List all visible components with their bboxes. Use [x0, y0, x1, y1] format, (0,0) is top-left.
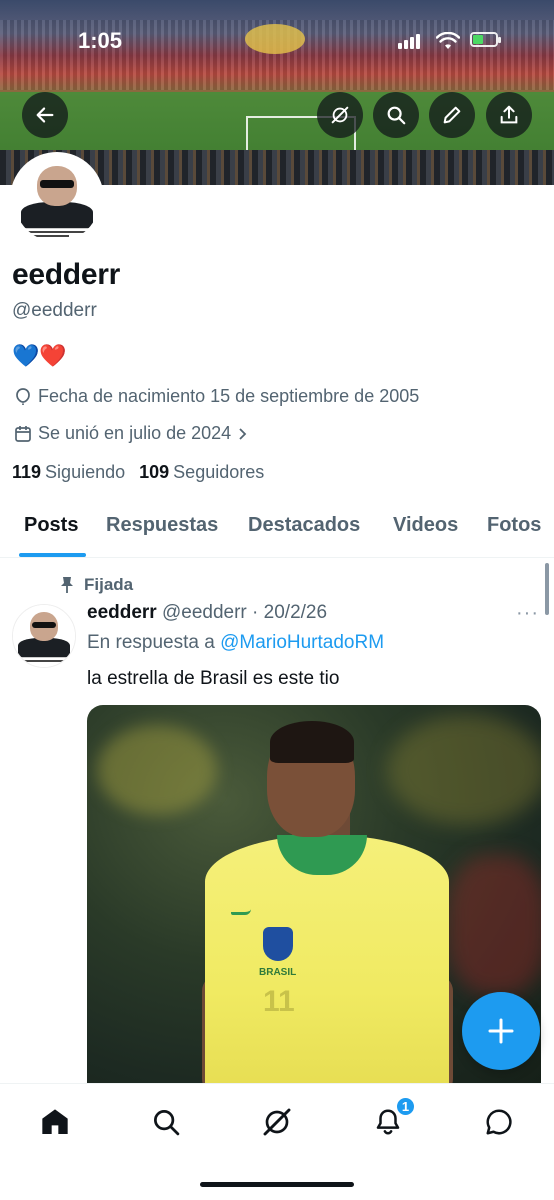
- compose-post-button[interactable]: [462, 992, 540, 1070]
- following-count: 119: [12, 462, 42, 482]
- active-tab-indicator: [19, 553, 86, 557]
- tab-fotos[interactable]: Fotos: [487, 514, 541, 537]
- profile-avatar[interactable]: [10, 152, 104, 246]
- status-bar: 1:05: [0, 28, 554, 58]
- pinned-label: Fijada: [60, 575, 133, 595]
- home-indicator[interactable]: [200, 1182, 354, 1187]
- followers-count: 109: [139, 462, 170, 482]
- post-header: eedderr @eedderr · 20/2/26: [87, 602, 327, 624]
- cbf-crest: [263, 927, 293, 961]
- profile-bio: 💙❤️: [12, 343, 67, 368]
- tab-respuestas[interactable]: Respuestas: [106, 514, 218, 537]
- post-author-name[interactable]: eedderr: [87, 602, 157, 623]
- edit-pencil-icon: [443, 106, 461, 124]
- home-icon: [42, 1109, 68, 1134]
- reply-context: En respuesta a @MarioHurtadoRM: [87, 632, 384, 654]
- chevron-right-icon: [239, 427, 247, 440]
- grok-icon: [331, 106, 349, 124]
- cellular-signal-icon: [398, 34, 420, 49]
- pin-icon: [61, 577, 73, 593]
- following-link[interactable]: 119 Siguiendo: [12, 462, 125, 483]
- tab-destacados[interactable]: Destacados: [248, 514, 360, 537]
- scrollbar[interactable]: [545, 563, 549, 615]
- pinned-text: Fijada: [84, 575, 134, 594]
- followers-label: Seguidores: [173, 462, 265, 482]
- birth-date-row: Fecha de nacimiento 15 de septiembre de …: [14, 386, 419, 407]
- grok-button[interactable]: [317, 92, 363, 138]
- nike-logo: [231, 909, 251, 915]
- edit-button[interactable]: [429, 92, 475, 138]
- jersey-text: BRASIL: [259, 967, 297, 978]
- tab-videos[interactable]: Videos: [393, 514, 458, 537]
- followers-link[interactable]: 109 Seguidores: [139, 462, 264, 483]
- share-button[interactable]: [486, 92, 532, 138]
- reply-prefix: En respuesta a: [87, 632, 215, 653]
- birth-date-text: Fecha de nacimiento 15 de septiembre de …: [38, 386, 420, 406]
- search-icon: [387, 106, 406, 125]
- post-author-avatar[interactable]: [12, 604, 76, 668]
- post-text: la estrella de Brasil es este tio: [87, 668, 340, 689]
- nav-messages[interactable]: [477, 1100, 521, 1144]
- reply-to-link[interactable]: @MarioHurtadoRM: [220, 632, 384, 653]
- calendar-icon: [15, 425, 31, 442]
- post-author-handle[interactable]: @eedderr: [162, 602, 247, 623]
- post-date: · 20/2/26: [252, 602, 328, 623]
- share-icon: [500, 105, 518, 124]
- nav-home[interactable]: [33, 1100, 77, 1144]
- profile-name: eedderr: [12, 258, 120, 291]
- joined-date-row[interactable]: Se unió en julio de 2024: [14, 423, 249, 444]
- tab-posts[interactable]: Posts: [24, 514, 78, 537]
- messages-icon: [486, 1109, 512, 1135]
- plus-icon: [488, 1018, 514, 1044]
- grok-icon: [263, 1108, 291, 1136]
- nav-grok[interactable]: [255, 1100, 299, 1144]
- wifi-icon: [436, 32, 460, 49]
- profile-handle: @eedderr: [12, 300, 97, 321]
- post-more-button[interactable]: ···: [516, 602, 539, 625]
- follow-stats: 119 Siguiendo 109 Seguidores: [12, 462, 264, 483]
- search-button[interactable]: [373, 92, 419, 138]
- battery-icon: [470, 32, 501, 47]
- jersey-number: 11: [263, 985, 295, 1018]
- balloon-icon: [16, 387, 30, 405]
- following-label: Siguiendo: [45, 462, 126, 482]
- profile-tabs: Posts Respuestas Destacados Videos Fotos: [0, 500, 554, 558]
- status-time: 1:05: [78, 28, 123, 53]
- notification-count-badge: 1: [395, 1096, 416, 1117]
- search-icon: [154, 1110, 180, 1136]
- back-button[interactable]: [22, 92, 68, 138]
- back-arrow-icon: [36, 107, 54, 123]
- nav-search[interactable]: [144, 1100, 188, 1144]
- joined-date-text: Se unió en julio de 2024: [38, 423, 232, 443]
